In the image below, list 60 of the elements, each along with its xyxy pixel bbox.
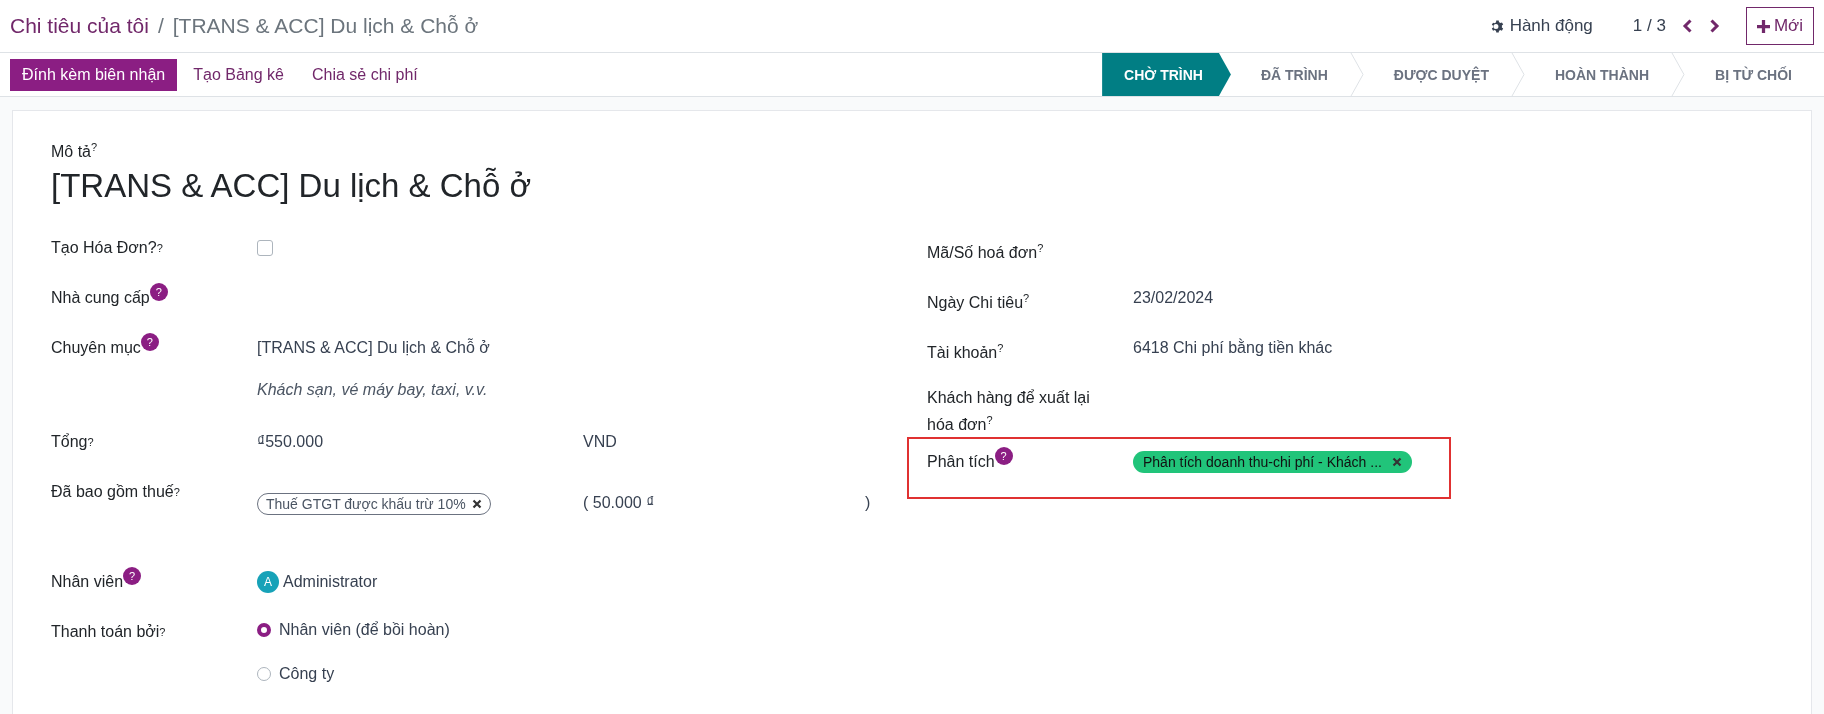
record-title[interactable]: [TRANS & ACC] Du lịch & Chỗ ở xyxy=(51,167,1773,206)
remove-icon[interactable] xyxy=(1391,457,1402,468)
field-label: Mô tả$^{?}$ xyxy=(51,143,98,161)
field-value[interactable]: 6418 Chi phí bằng tiền khác xyxy=(1133,337,1333,360)
help-mark[interactable]: ? xyxy=(87,431,94,454)
radio-option[interactable]: Nhân viên (để bồi hoàn) xyxy=(257,621,450,640)
help-badge[interactable]: ? xyxy=(140,333,159,352)
pager-value: 1 / 3 xyxy=(1632,16,1666,36)
help-mark[interactable]: ? xyxy=(159,621,166,644)
avatar: A xyxy=(257,571,279,594)
attach-receipt-button[interactable]: Đính kèm biên nhận xyxy=(10,58,178,91)
field-value[interactable]: ₫550.000 xyxy=(257,431,583,454)
field-label: Chuyên mục xyxy=(51,338,141,359)
help-mark[interactable]: ? xyxy=(1023,292,1030,305)
help-mark[interactable]: ? xyxy=(1037,242,1044,255)
field-value[interactable]: [TRANS & ACC] Du lịch & Chỗ ở xyxy=(257,337,490,360)
field-label: Khách hàng để xuất lại hóa đơn$^{?}$ xyxy=(927,388,1091,436)
actions-menu[interactable]: Hành động xyxy=(1489,16,1593,36)
status-step[interactable]: ĐƯỢC DUYỆT xyxy=(1363,53,1511,96)
help-mark[interactable]: ? xyxy=(91,141,98,153)
radio-option[interactable]: Công ty xyxy=(257,665,450,684)
tax-amount-end: ) xyxy=(865,494,871,513)
category-note: Khách sạn, vé máy bay, taxi, v.v. xyxy=(257,380,489,401)
new-button[interactable]: Mới xyxy=(1745,7,1814,45)
field-value[interactable]: Administrator xyxy=(283,571,378,594)
field-label: Tổng xyxy=(51,432,88,453)
field-label: Tài khoản$^{?}$ xyxy=(927,341,1004,364)
field-label: Nhân viên xyxy=(51,572,124,593)
checkbox[interactable] xyxy=(257,240,273,257)
status-step[interactable]: BỊ TỪ CHỐI xyxy=(1685,53,1814,96)
toolbar-link[interactable]: Chia sẻ chi phí xyxy=(299,58,430,91)
field-label: Ngày Chi tiêu$^{?}$ xyxy=(927,291,1030,314)
help-mark[interactable]: ? xyxy=(986,414,993,427)
field-label: Đã bao gồm thuế xyxy=(51,482,174,503)
help-badge[interactable]: ? xyxy=(149,283,168,302)
help-mark[interactable]: ? xyxy=(156,237,163,260)
remove-icon[interactable] xyxy=(471,499,482,510)
help-mark[interactable]: ? xyxy=(997,342,1004,355)
analytic-tag[interactable]: Phân tích doanh thu-chi phí - Khách ... xyxy=(1133,451,1412,474)
field-label: Phân tích xyxy=(927,452,995,473)
field-label: Mã/Số hoá đơn$^{?}$ xyxy=(927,241,1044,264)
field-label: Nhà cung cấp xyxy=(51,288,150,309)
toolbar-link[interactable]: Tạo Bảng kê xyxy=(181,58,296,91)
field-label: Tạo Hóa Đơn? xyxy=(51,238,157,259)
help-mark[interactable]: ? xyxy=(173,481,180,504)
tax-amount: ( 50.000 ₫ xyxy=(583,494,656,513)
breadcrumb-current: [TRANS & ACC] Du lịch & Chỗ ở xyxy=(172,14,479,38)
field-label: Thanh toán bởi xyxy=(51,622,160,643)
currency-value[interactable]: VND xyxy=(583,431,617,454)
help-badge[interactable]: ? xyxy=(994,447,1013,466)
help-badge[interactable]: ? xyxy=(123,567,142,586)
radio-button[interactable] xyxy=(257,623,271,638)
status-step[interactable]: HOÀN THÀNH xyxy=(1524,53,1672,96)
settings-icon xyxy=(1489,18,1505,34)
field-value[interactable]: 23/02/2024 xyxy=(1133,287,1214,310)
plus-icon xyxy=(1756,19,1770,33)
status-step[interactable]: ĐÃ TRÌNH xyxy=(1230,53,1350,96)
breadcrumb-separator: / xyxy=(157,14,164,38)
breadcrumb-link[interactable]: Chi tiêu của tôi xyxy=(10,14,149,38)
status-step[interactable]: CHỜ TRÌNH xyxy=(1102,53,1231,96)
